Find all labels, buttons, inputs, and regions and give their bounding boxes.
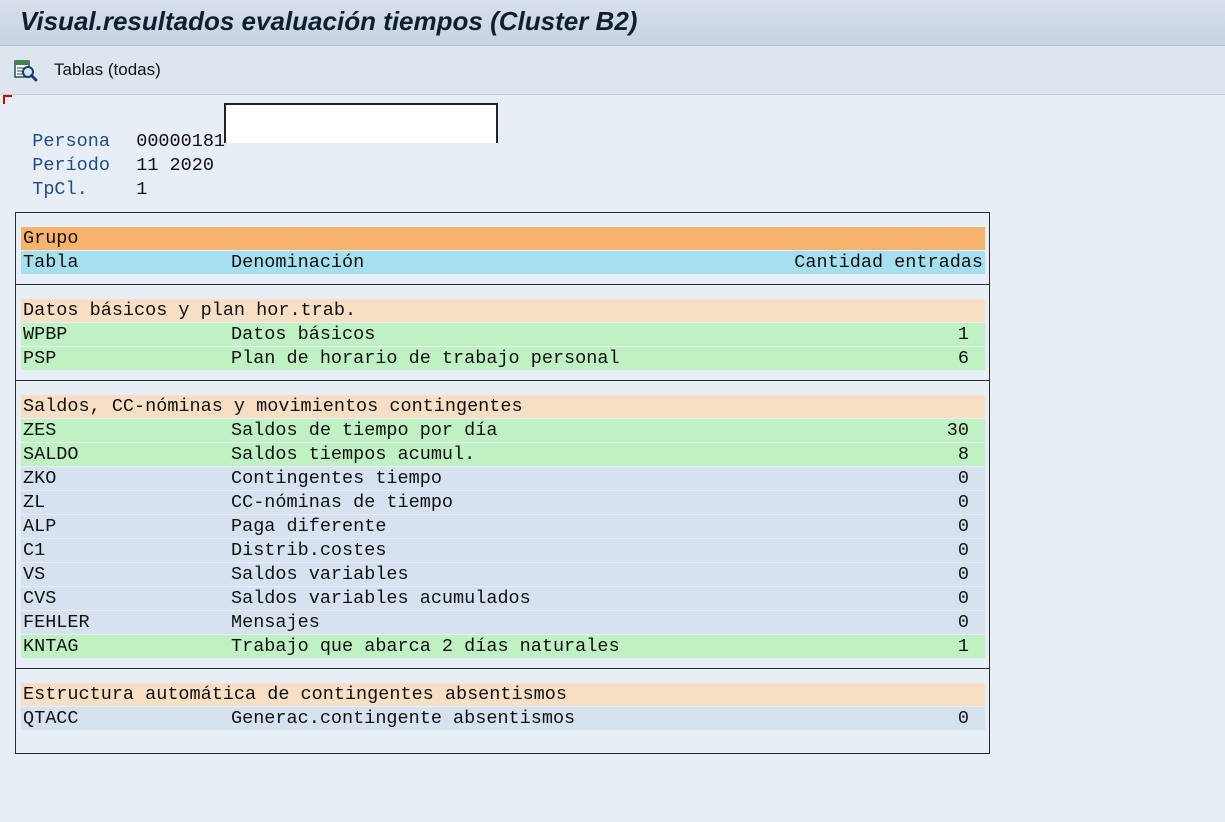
table-row-wpbp[interactable]: WPBP Datos básicos 1 (21, 323, 985, 346)
group-title: Estructura automática de contingentes ab… (23, 684, 567, 705)
group-header-label: Grupo (23, 228, 79, 249)
periodo-value: 11 2020 (136, 155, 214, 176)
column-header-row: Tabla Denominación Cantidad entradas (21, 251, 985, 274)
tables-all-label: Tablas (todas) (54, 60, 161, 79)
tpcl-line: TpCl. 1 (10, 154, 147, 200)
column-header-tabla: Tabla (23, 252, 79, 273)
group-separator (16, 284, 989, 285)
table-description: Contingentes tiempo (231, 468, 442, 489)
table-description: Datos básicos (231, 324, 376, 345)
group-title: Datos básicos y plan hor.trab. (23, 300, 357, 321)
entry-count: 1 (957, 636, 969, 657)
table-description: Paga diferente (231, 516, 387, 537)
application-toolbar: Tablas (todas) (0, 46, 1225, 95)
table-description: Generac.contingente absentismos (231, 708, 576, 729)
table-row-zl[interactable]: ZL CC-nóminas de tiempo 0 (21, 491, 985, 514)
table-code: ZES (23, 420, 57, 441)
group-title-row: Datos básicos y plan hor.trab. (21, 299, 985, 322)
persona-line: Persona 00000181 (10, 106, 225, 152)
window-title: Visual.resultados evaluación tiempos (Cl… (20, 6, 638, 36)
entry-count: 0 (957, 468, 969, 489)
table-description: Saldos variables acumulados (231, 588, 531, 609)
table-code: VS (23, 564, 46, 585)
entry-count: 0 (957, 540, 969, 561)
cluster-table-panel: Grupo Tabla Denominación Cantidad entrad… (15, 212, 990, 754)
column-header-cantidad: Cantidad entradas (794, 252, 983, 273)
table-row-cvs[interactable]: CVS Saldos variables acumulados 0 (21, 587, 985, 610)
periodo-line: Período 11 2020 (10, 130, 214, 176)
column-header-denominacion: Denominación (231, 252, 365, 273)
table-description: CC-nóminas de tiempo (231, 492, 454, 513)
entry-count: 1 (957, 324, 969, 345)
table-code: ZKO (23, 468, 57, 489)
table-row-c1[interactable]: C1 Distrib.costes 0 (21, 539, 985, 562)
title-bar: Visual.resultados evaluación tiempos (Cl… (0, 0, 1225, 46)
group-header-row: Grupo (21, 227, 985, 250)
entry-count: 0 (957, 588, 969, 609)
table-code: C1 (23, 540, 46, 561)
table-row-kntag[interactable]: KNTAG Trabajo que abarca 2 días naturale… (21, 635, 985, 658)
table-code: CVS (23, 588, 57, 609)
table-description: Distrib.costes (231, 540, 387, 561)
table-code: QTACC (23, 708, 79, 729)
entry-count: 0 (957, 516, 969, 537)
table-row-zes[interactable]: ZES Saldos de tiempo por día 30 (21, 419, 985, 442)
cursor-marker (3, 95, 12, 104)
table-description: Trabajo que abarca 2 días naturales (231, 636, 620, 657)
table-row-vs[interactable]: VS Saldos variables 0 (21, 563, 985, 586)
group-separator (16, 668, 989, 669)
tpcl-label: TpCl. (32, 179, 88, 200)
group-title: Saldos, CC-nóminas y movimientos conting… (23, 396, 523, 417)
table-code: ALP (23, 516, 57, 537)
table-code: KNTAG (23, 636, 79, 657)
table-search-icon (14, 60, 38, 82)
table-row-zko[interactable]: ZKO Contingentes tiempo 0 (21, 467, 985, 490)
table-row-fehler[interactable]: FEHLER Mensajes 0 (21, 611, 985, 634)
table-description: Saldos variables (231, 564, 409, 585)
tpcl-value: 1 (136, 179, 148, 200)
entry-count: 0 (957, 708, 969, 729)
entry-count: 30 (946, 420, 969, 441)
table-description: Mensajes (231, 612, 320, 633)
table-row-psp[interactable]: PSP Plan de horario de trabajo personal … (21, 347, 985, 370)
tables-all-button[interactable]: Tablas (todas) (12, 56, 161, 84)
table-description: Plan de horario de trabajo personal (231, 348, 620, 369)
table-row-qtacc[interactable]: QTACC Generac.contingente absentismos 0 (21, 707, 985, 730)
table-description: Saldos de tiempo por día (231, 420, 498, 441)
entry-count: 6 (957, 348, 969, 369)
table-code: ZL (23, 492, 46, 513)
group-title-row: Saldos, CC-nóminas y movimientos conting… (21, 395, 985, 418)
entry-count: 0 (957, 564, 969, 585)
table-code: SALDO (23, 444, 79, 465)
entry-count: 0 (957, 492, 969, 513)
entry-count: 0 (957, 612, 969, 633)
entry-count: 8 (957, 444, 969, 465)
table-code: WPBP (23, 324, 68, 345)
group-separator (16, 380, 989, 381)
table-row-alp[interactable]: ALP Paga diferente 0 (21, 515, 985, 538)
table-code: PSP (23, 348, 57, 369)
group-title-row: Estructura automática de contingentes ab… (21, 683, 985, 706)
table-description: Saldos tiempos acumul. (231, 444, 476, 465)
table-code: FEHLER (23, 612, 90, 633)
table-row-saldo[interactable]: SALDO Saldos tiempos acumul. 8 (21, 443, 985, 466)
employee-name-box (224, 103, 498, 143)
